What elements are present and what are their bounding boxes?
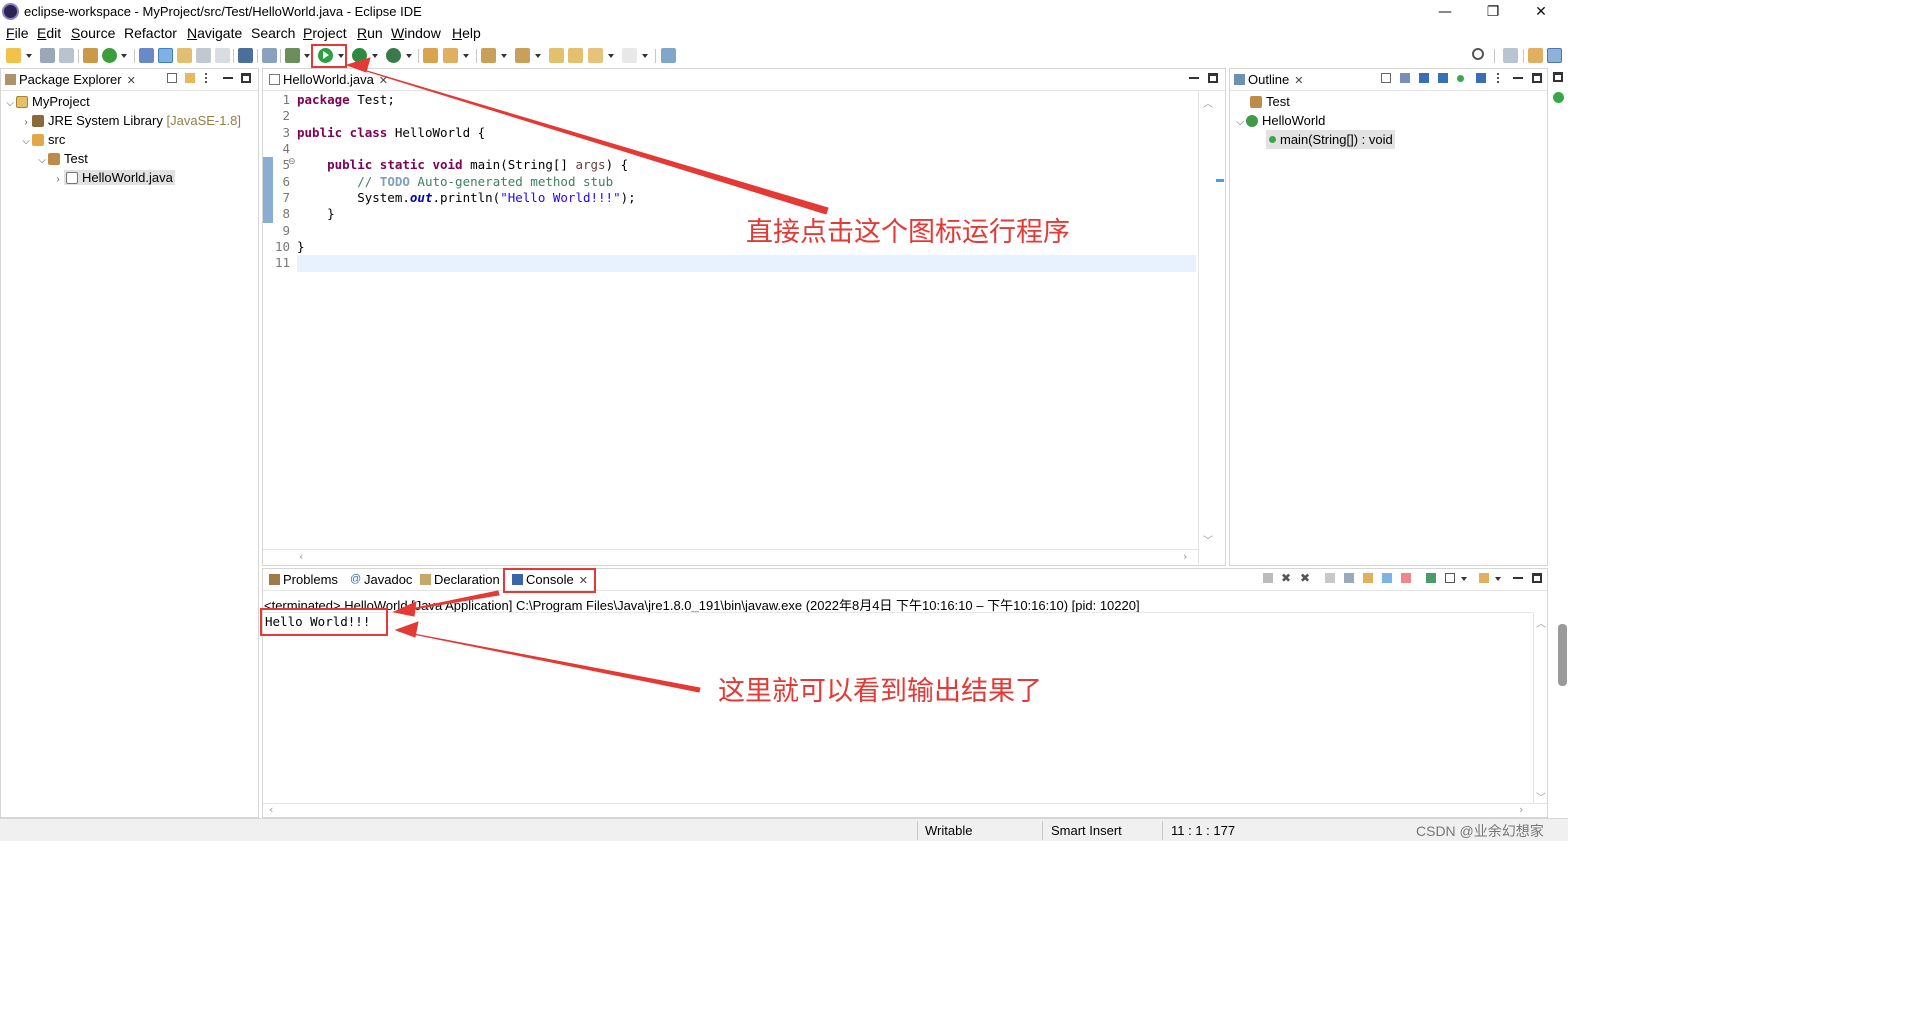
arrow-shaft-run	[346, 64, 829, 215]
run-hint-callout: 直接点击这个图标运行程序	[746, 217, 1070, 248]
status-bar: Writable Smart Insert 11 : 1 : 177 CSDN …	[0, 818, 1568, 841]
status-cursor-position[interactable]: 11 : 1 : 177	[1171, 823, 1235, 838]
status-separator	[1162, 821, 1163, 840]
output-hint-callout: 这里就可以看到输出结果了	[718, 676, 1042, 707]
status-writable: Writable	[925, 823, 973, 838]
arrowhead-run	[345, 57, 371, 73]
csdn-watermark: CSDN @业余幻想家	[1416, 823, 1544, 839]
status-separator	[1042, 821, 1043, 840]
annotation-arrows	[345, 57, 829, 693]
status-separator	[917, 821, 918, 840]
status-insert-mode[interactable]: Smart Insert	[1051, 823, 1122, 838]
arrowhead-output	[394, 621, 419, 638]
arrow-shaft-output	[397, 630, 701, 693]
arrowhead-console-tab	[392, 601, 417, 617]
